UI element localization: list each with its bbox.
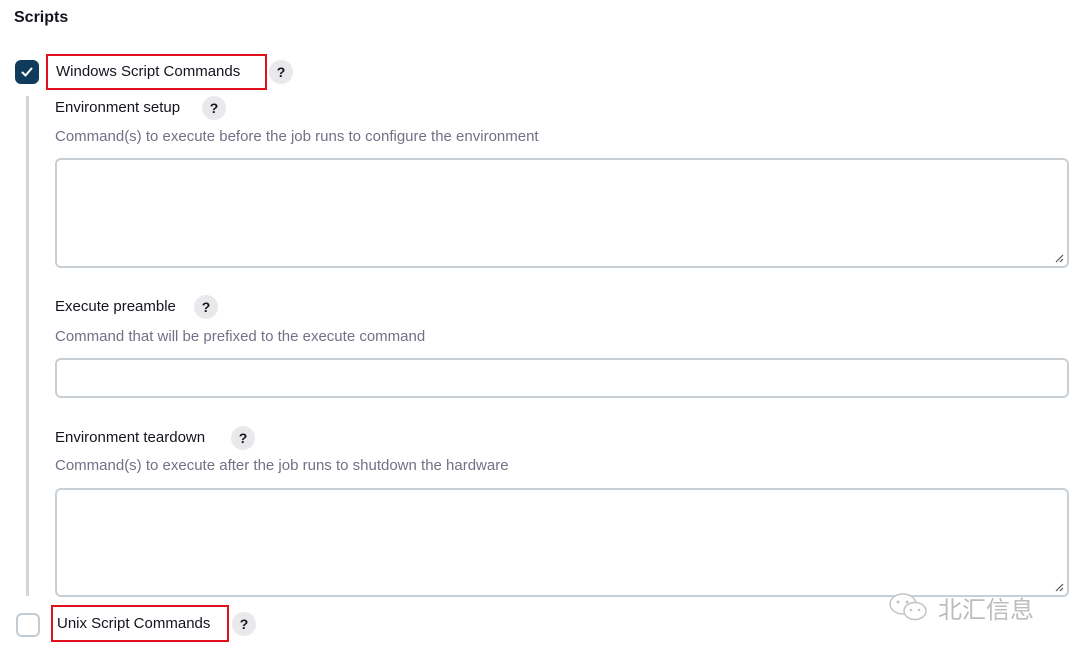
environment-setup-help-button[interactable]: ?: [202, 96, 226, 120]
wechat-icon: [889, 592, 927, 620]
environment-setup-textarea[interactable]: [55, 158, 1069, 268]
unix-script-help-button[interactable]: ?: [232, 612, 256, 636]
execute-preamble-input[interactable]: [55, 358, 1069, 398]
resize-handle-icon[interactable]: [1054, 253, 1064, 263]
windows-script-help-button[interactable]: ?: [269, 60, 293, 84]
execute-preamble-help-button[interactable]: ?: [194, 295, 218, 319]
unix-script-checkbox[interactable]: [16, 613, 40, 637]
environment-setup-description: Command(s) to execute before the job run…: [55, 128, 539, 145]
execute-preamble-label: Execute preamble: [55, 298, 176, 315]
checkmark-icon: [21, 67, 33, 77]
unix-script-label[interactable]: Unix Script Commands: [57, 615, 210, 632]
resize-handle-icon[interactable]: [1054, 582, 1064, 592]
nested-section-line: [26, 96, 29, 596]
watermark: 北汇信息: [888, 590, 1034, 625]
environment-setup-label: Environment setup: [55, 99, 181, 116]
environment-teardown-label: Environment teardown: [55, 429, 206, 446]
windows-script-checkbox[interactable]: [15, 60, 39, 84]
environment-teardown-textarea[interactable]: [55, 488, 1069, 597]
environment-teardown-help-button[interactable]: ?: [231, 426, 255, 450]
execute-preamble-description: Command that will be prefixed to the exe…: [55, 328, 426, 345]
section-title: Scripts: [14, 9, 69, 26]
windows-script-label[interactable]: Windows Script Commands: [56, 63, 240, 80]
environment-teardown-description: Command(s) to execute after the job runs…: [55, 457, 509, 474]
watermark-text: 北汇信息: [938, 597, 1034, 624]
